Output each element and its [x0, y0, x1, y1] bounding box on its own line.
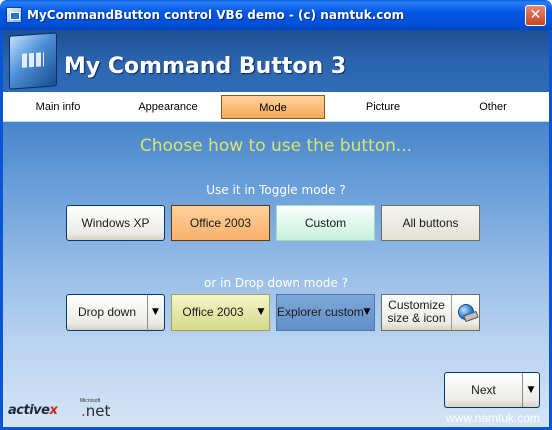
dropdown-mode-heading: or in Drop down mode ?	[204, 276, 348, 290]
customize-button-label: Customize size & icon	[382, 295, 451, 332]
tab-picture[interactable]: Picture	[328, 95, 438, 119]
choose-heading: Choose how to use the button...	[139, 136, 413, 156]
next-button-label: Next	[471, 383, 496, 397]
toggle-windows-xp-button[interactable]: Windows XP	[66, 205, 165, 241]
toggle-all-buttons-button[interactable]: All buttons	[381, 205, 480, 241]
chevron-down-icon[interactable]: ▼	[147, 295, 163, 332]
tab-other[interactable]: Other	[438, 95, 548, 119]
toggle-office-2003-button[interactable]: Office 2003	[171, 205, 270, 241]
next-button[interactable]: Next ▼	[444, 372, 540, 408]
dropdown-button-label: Drop down	[77, 305, 137, 319]
toggle-custom-button[interactable]: Custom	[276, 205, 375, 241]
app-logo-icon	[9, 32, 57, 90]
dropdown-button-explorer-custom[interactable]: Explorer custom ▼	[276, 294, 375, 331]
tab-main-info[interactable]: Main info	[3, 95, 113, 119]
app-icon	[6, 7, 22, 23]
activex-logo: activex	[8, 403, 58, 418]
tab-strip: Main info Appearance Mode Picture Other	[3, 92, 549, 122]
customize-label-line1: Customize	[388, 298, 445, 312]
website-url[interactable]: www.namtuk.com	[446, 411, 540, 425]
tab-appearance[interactable]: Appearance	[113, 95, 223, 119]
chevron-down-icon[interactable]: ▼	[522, 373, 539, 407]
chevron-down-icon[interactable]: ▼	[359, 295, 375, 332]
chevron-down-icon[interactable]: ▼	[253, 295, 269, 332]
dropdown-button-label: Office 2003	[182, 305, 244, 319]
window-title: MyCommandButton control VB6 demo - (c) n…	[27, 8, 405, 22]
close-button[interactable]: ✕	[525, 5, 546, 26]
dropdown-button-label: Explorer custom	[277, 305, 364, 319]
customize-size-icon-button[interactable]: Customize size & icon	[381, 294, 480, 331]
toggle-mode-heading: Use it in Toggle mode ?	[206, 183, 346, 197]
customize-icon-cell[interactable]	[451, 295, 479, 330]
title-bar[interactable]: MyCommandButton control VB6 demo - (c) n…	[0, 0, 552, 30]
globe-icon	[458, 304, 474, 320]
header-banner: My Command Button 3	[3, 30, 549, 92]
window-body: My Command Button 3 Main info Appearance…	[0, 30, 552, 430]
dotnet-logo: .net	[81, 402, 111, 420]
customize-label-line2: size & icon	[387, 311, 446, 325]
tab-mode[interactable]: Mode	[221, 95, 325, 119]
dropdown-button-office-2003[interactable]: Office 2003 ▼	[171, 294, 270, 331]
dropdown-button-windows-xp[interactable]: Drop down ▼	[66, 294, 165, 332]
page-title: My Command Button 3	[64, 54, 347, 79]
